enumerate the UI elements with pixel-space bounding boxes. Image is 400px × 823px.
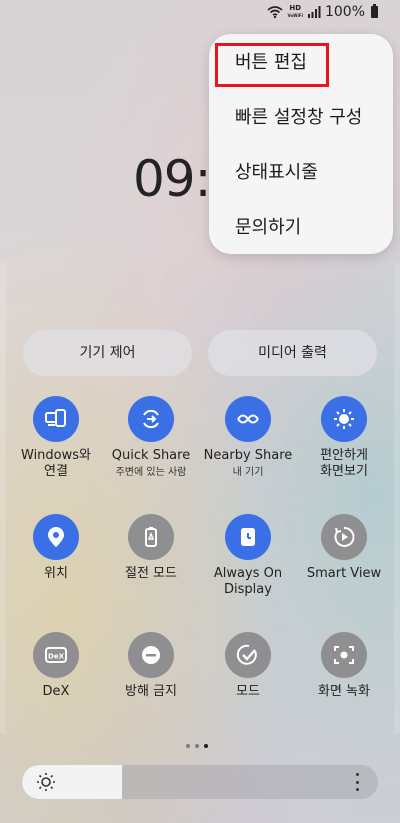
modes-icon bbox=[225, 632, 271, 678]
tile-sublabel: 내 기기 bbox=[232, 467, 264, 478]
quick-share-icon bbox=[128, 396, 174, 442]
battery-percent: 100% bbox=[324, 4, 365, 20]
do-not-disturb-icon bbox=[128, 632, 174, 678]
tile-nearby-share[interactable]: Nearby Share 내 기기 bbox=[198, 396, 298, 480]
tile-always-on-display[interactable]: Always On Display bbox=[198, 514, 298, 598]
tile-label: 모드 bbox=[236, 684, 260, 699]
tile-smart-view[interactable]: Smart View bbox=[294, 514, 394, 582]
menu-item-panel-layout[interactable]: 빠른 설정창 구성 bbox=[209, 93, 393, 143]
tile-label: Always On Display bbox=[213, 566, 283, 597]
tile-label: Smart View bbox=[306, 566, 382, 581]
menu-item-label: 상태표시줄 bbox=[235, 162, 318, 183]
battery-icon bbox=[371, 4, 378, 18]
smart-view-icon bbox=[321, 514, 367, 560]
status-bar: HD VoWiFi 100% bbox=[267, 4, 378, 20]
signal-icon bbox=[307, 6, 321, 18]
tile-location[interactable]: 위치 bbox=[6, 514, 106, 582]
menu-item-label: 문의하기 bbox=[235, 217, 302, 238]
panel-edge-right bbox=[394, 263, 400, 733]
page-dot-active[interactable] bbox=[204, 744, 208, 748]
device-control-button[interactable]: 기기 제어 bbox=[23, 330, 192, 376]
hd-voice-badge: HD VoWiFi bbox=[287, 4, 303, 19]
tile-eye-comfort[interactable]: 편안하게 화면보기 bbox=[294, 396, 394, 480]
always-on-display-icon bbox=[225, 514, 271, 560]
tile-label: Windows와 연결 bbox=[21, 448, 91, 479]
nearby-share-icon bbox=[225, 396, 271, 442]
brightness-sun-icon bbox=[37, 773, 55, 791]
more-options-icon[interactable] bbox=[356, 773, 360, 791]
menu-item-label: 빠른 설정창 구성 bbox=[235, 107, 363, 128]
tile-label: DeX bbox=[42, 684, 70, 699]
more-options-menu: 버튼 편집 빠른 설정창 구성 상태표시줄 문의하기 bbox=[209, 34, 393, 254]
media-output-label: 미디어 출력 bbox=[258, 345, 327, 361]
eye-comfort-icon bbox=[321, 396, 367, 442]
screen-recorder-icon bbox=[321, 632, 367, 678]
svg-text:DeX: DeX bbox=[48, 653, 65, 661]
phone-pc-link-icon bbox=[33, 396, 79, 442]
tile-label: 위치 bbox=[44, 566, 68, 581]
device-control-label: 기기 제어 bbox=[79, 345, 136, 361]
tile-label: Quick Share bbox=[111, 448, 191, 463]
power-saving-icon bbox=[128, 514, 174, 560]
tile-power-saving[interactable]: 절전 모드 bbox=[101, 514, 201, 582]
tile-dex[interactable]: DeX DeX bbox=[6, 632, 106, 700]
tile-do-not-disturb[interactable]: 방해 금지 bbox=[101, 632, 201, 700]
tile-label: 절전 모드 bbox=[125, 566, 177, 581]
lockscreen-clock: 09: bbox=[133, 150, 211, 208]
tile-label: Nearby Share bbox=[203, 448, 293, 463]
tile-label: 화면 녹화 bbox=[318, 684, 370, 699]
media-output-button[interactable]: 미디어 출력 bbox=[208, 330, 377, 376]
tile-screen-recorder[interactable]: 화면 녹화 bbox=[294, 632, 394, 700]
tile-windows-link[interactable]: Windows와 연결 bbox=[6, 396, 106, 480]
tile-modes[interactable]: 모드 bbox=[198, 632, 298, 700]
wifi-calling-icon bbox=[267, 6, 283, 19]
page-dot[interactable] bbox=[195, 744, 199, 748]
location-icon bbox=[33, 514, 79, 560]
menu-item-contact-us[interactable]: 문의하기 bbox=[209, 203, 393, 253]
menu-item-status-bar[interactable]: 상태표시줄 bbox=[209, 148, 393, 198]
tile-label: 방해 금지 bbox=[125, 684, 177, 699]
menu-item-edit-buttons[interactable]: 버튼 편집 bbox=[209, 38, 393, 88]
brightness-slider[interactable] bbox=[22, 765, 378, 799]
tile-label: 편안하게 화면보기 bbox=[320, 448, 368, 479]
menu-item-label: 버튼 편집 bbox=[235, 52, 307, 73]
dex-icon: DeX bbox=[33, 632, 79, 678]
tile-sublabel: 주변에 있는 사람 bbox=[115, 467, 187, 478]
tile-quick-share[interactable]: Quick Share 주변에 있는 사람 bbox=[101, 396, 201, 480]
page-dot[interactable] bbox=[186, 744, 190, 748]
page-indicator bbox=[186, 744, 208, 748]
